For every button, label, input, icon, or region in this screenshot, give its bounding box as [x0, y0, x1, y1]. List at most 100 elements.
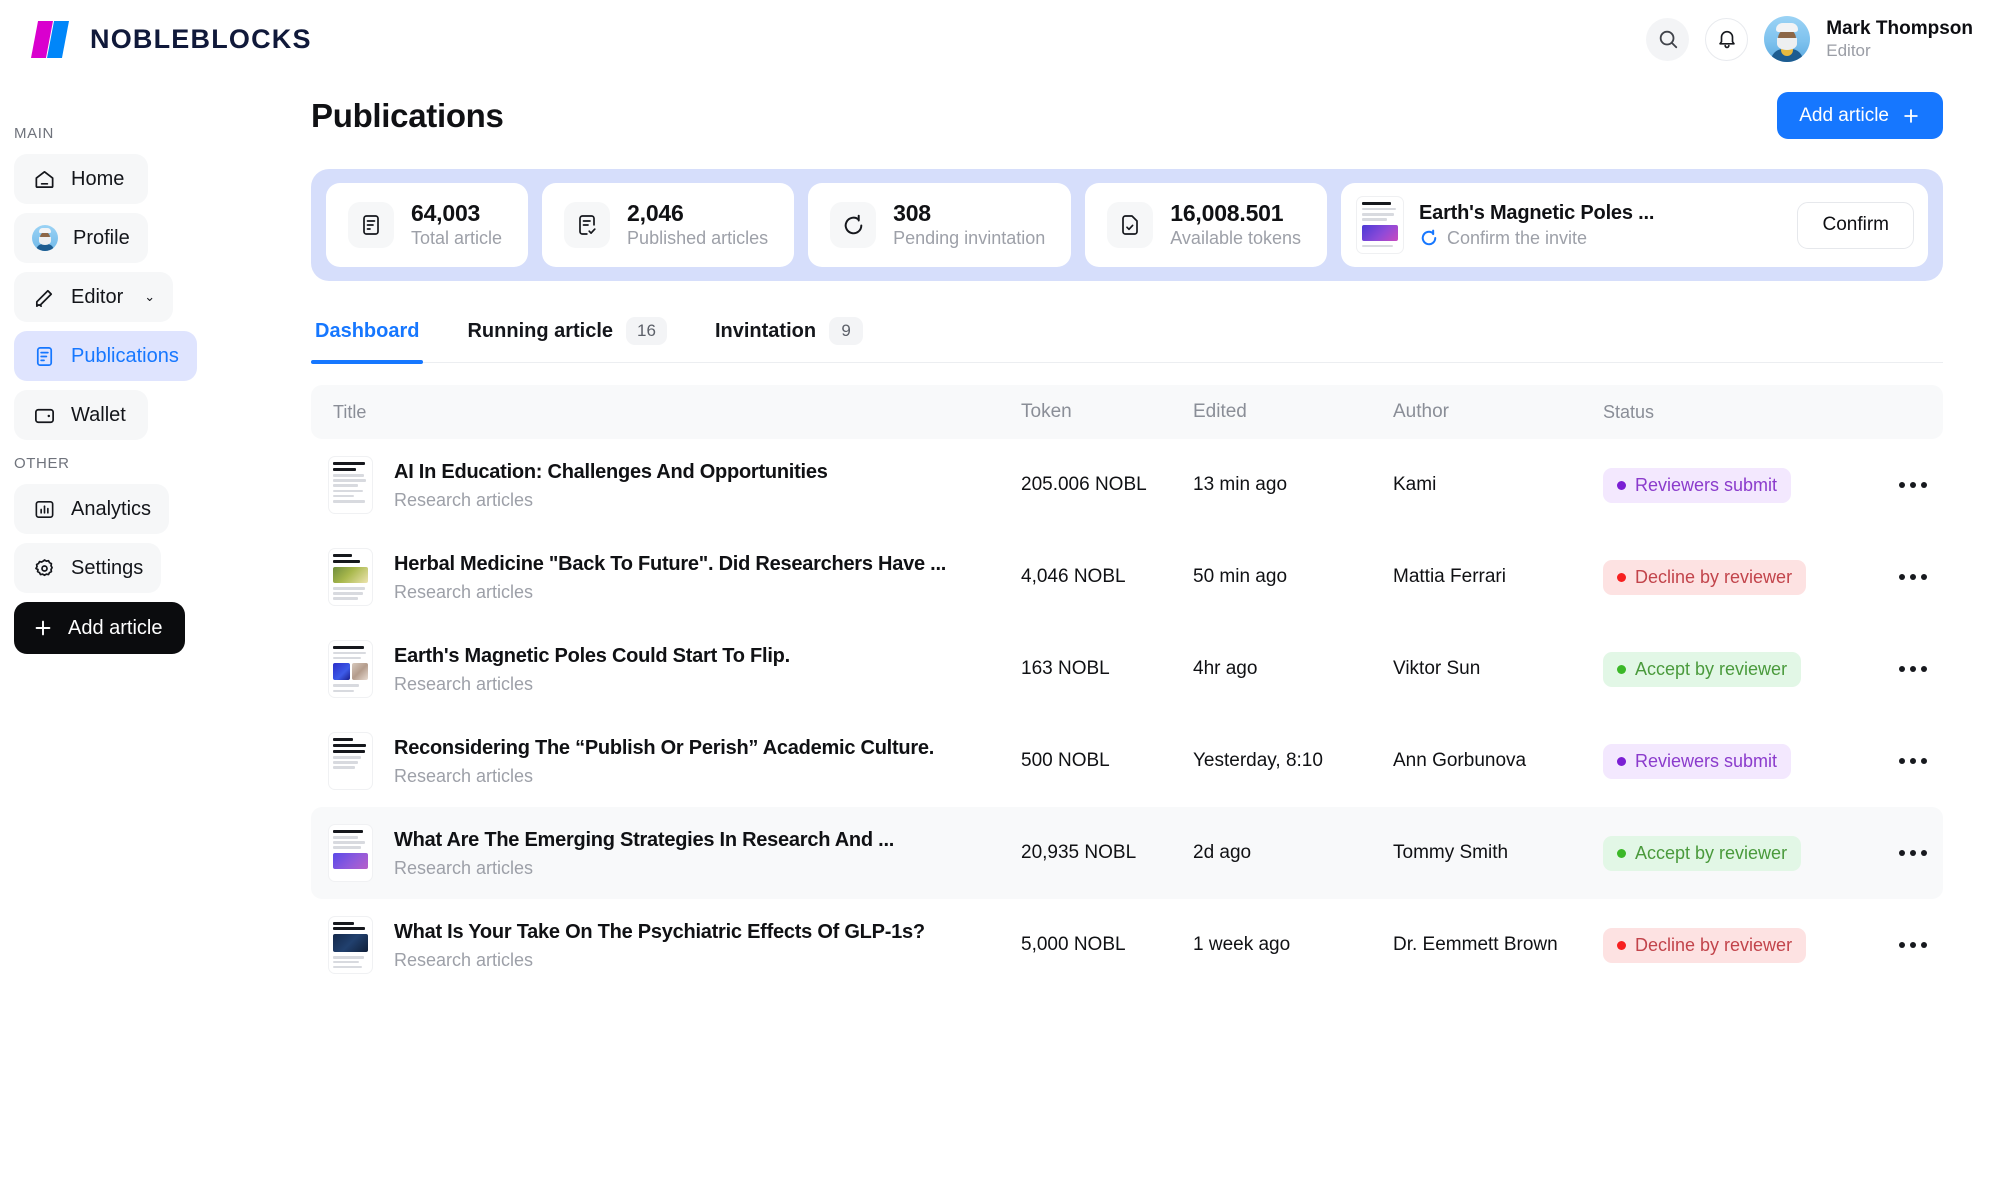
stat-label: Total article: [411, 227, 503, 248]
sidebar-item-label: Settings: [71, 556, 144, 579]
table-row[interactable]: Herbal Medicine "Back To Future". Did Re…: [311, 531, 1943, 623]
file-check-icon: [1107, 202, 1154, 248]
notifications-button[interactable]: [1705, 17, 1749, 61]
article-title[interactable]: Reconsidering The “Publish Or Perish” Ac…: [394, 735, 934, 761]
sidebar-item-profile[interactable]: Profile: [14, 213, 148, 263]
article-category: Research articles: [394, 582, 534, 602]
table-row[interactable]: What Are The Emerging Strategies In Rese…: [311, 807, 1943, 899]
sidebar: MAIN Home Profile Editor ⌄ Publications …: [0, 110, 255, 654]
brand-logo[interactable]: NOBLEBLOCKS: [30, 17, 312, 61]
sidebar-item-label: Publications: [71, 344, 179, 367]
tabs: Dashboard Running article 16 Invintation…: [311, 317, 1943, 364]
invite-title: Earth's Magnetic Poles ...: [1419, 201, 1655, 224]
stat-label: Available tokens: [1170, 227, 1302, 248]
sidebar-add-article-button[interactable]: Add article: [14, 602, 185, 654]
sidebar-group-other-label: OTHER: [14, 455, 70, 472]
page-title: Publications: [311, 96, 504, 134]
status-label: Accept by reviewer: [1635, 842, 1788, 863]
status-dot-icon: [1617, 480, 1626, 490]
sidebar-item-settings[interactable]: Settings: [14, 543, 162, 593]
article-thumbnail: [329, 825, 372, 881]
article-thumbnail: [329, 733, 372, 789]
invite-card: Earth's Magnetic Poles ... Confirm the i…: [1341, 183, 1928, 267]
chevron-down-icon[interactable]: ⌄: [144, 289, 155, 305]
table-header-row: Title Token Edited Author Status: [311, 385, 1943, 439]
search-button[interactable]: [1646, 17, 1690, 61]
stat-label: Published articles: [627, 227, 769, 248]
tab-dashboard[interactable]: Dashboard: [311, 317, 424, 364]
status-label: Decline by reviewer: [1635, 934, 1793, 955]
more-horizontal-icon[interactable]: [1891, 750, 1935, 772]
article-edited: 2d ago: [1193, 842, 1252, 863]
avatar[interactable]: [1764, 16, 1811, 62]
article-title[interactable]: What Are The Emerging Strategies In Rese…: [394, 827, 894, 853]
sidebar-item-publications[interactable]: Publications: [14, 331, 197, 381]
article-edited: Yesterday, 8:10: [1193, 750, 1323, 771]
sidebar-item-analytics[interactable]: Analytics: [14, 484, 170, 534]
tab-count-badge: 9: [829, 317, 864, 345]
sidebar-item-label: Wallet: [71, 403, 126, 426]
article-thumbnail: [329, 549, 372, 605]
article-category: Research articles: [394, 490, 534, 510]
article-edited: 13 min ago: [1193, 474, 1288, 495]
column-header-author: Author: [1393, 401, 1449, 422]
article-token: 500 NOBL: [1021, 750, 1110, 771]
stat-value: 308: [893, 200, 931, 227]
stat-value: 2,046: [627, 200, 684, 227]
article-token: 4,046 NOBL: [1021, 566, 1126, 587]
article-category: Research articles: [394, 766, 534, 786]
article-title[interactable]: AI In Education: Challenges And Opportun…: [394, 459, 828, 485]
bell-icon: [1718, 30, 1735, 49]
table-row[interactable]: Reconsidering The “Publish Or Perish” Ac…: [311, 715, 1943, 807]
top-bar-actions: Mark Thompson Editor: [1646, 16, 1973, 62]
table-row[interactable]: Earth's Magnetic Poles Could Start To Fl…: [311, 623, 1943, 715]
user-info[interactable]: Mark Thompson Editor: [1826, 17, 1973, 62]
wallet-icon: [32, 403, 56, 427]
table-row[interactable]: AI In Education: Challenges And Opportun…: [311, 439, 1943, 531]
article-author: Kami: [1393, 474, 1437, 495]
article-title[interactable]: What Is Your Take On The Psychiatric Eff…: [394, 919, 925, 945]
column-header-edited: Edited: [1193, 401, 1247, 422]
publications-page: NOBLEBLOCKS Mark Thompson Editor MAIN Ho…: [0, 0, 1999, 1192]
spinner-icon: [1421, 229, 1437, 246]
article-title[interactable]: Earth's Magnetic Poles Could Start To Fl…: [394, 643, 790, 669]
sidebar-item-editor[interactable]: Editor ⌄: [14, 272, 174, 322]
article-token: 20,935 NOBL: [1021, 842, 1137, 863]
more-horizontal-icon[interactable]: [1891, 658, 1935, 680]
tab-invintation[interactable]: Invintation 9: [711, 317, 867, 362]
invite-status: Confirm the invite: [1419, 228, 1654, 249]
status-label: Reviewers submit: [1635, 750, 1778, 771]
home-icon: [32, 167, 56, 191]
status-dot-icon: [1617, 664, 1626, 674]
avatar-icon: [32, 225, 58, 251]
more-horizontal-icon[interactable]: [1891, 474, 1935, 496]
article-title[interactable]: Herbal Medicine "Back To Future". Did Re…: [394, 551, 946, 577]
confirm-button[interactable]: Confirm: [1797, 201, 1914, 249]
article-thumbnail: [329, 641, 372, 697]
table-row[interactable]: What Is Your Take On The Psychiatric Eff…: [311, 899, 1943, 991]
status-badge: Accept by reviewer: [1603, 651, 1802, 687]
tab-count-badge: 16: [626, 317, 667, 345]
article-author: Tommy Smith: [1393, 842, 1509, 863]
bar-chart-icon: [32, 497, 56, 521]
article-thumbnail: [1357, 197, 1404, 253]
more-horizontal-icon[interactable]: [1891, 842, 1935, 864]
brand-name: NOBLEBLOCKS: [90, 23, 312, 54]
sidebar-item-label: Editor: [71, 285, 124, 308]
status-label: Accept by reviewer: [1635, 658, 1788, 679]
sidebar-item-home[interactable]: Home: [14, 154, 148, 204]
stat-card-published-articles: 2,046 Published articles: [542, 183, 795, 267]
tab-label: Running article: [467, 319, 614, 342]
article-token: 205.006 NOBL: [1021, 474, 1147, 495]
article-edited: 4hr ago: [1193, 658, 1258, 679]
status-dot-icon: [1617, 848, 1626, 858]
status-label: Reviewers submit: [1635, 474, 1778, 495]
top-bar: NOBLEBLOCKS Mark Thompson Editor: [0, 0, 1999, 78]
sidebar-item-wallet[interactable]: Wallet: [14, 390, 148, 440]
more-horizontal-icon[interactable]: [1891, 566, 1935, 588]
more-horizontal-icon[interactable]: [1891, 934, 1935, 956]
tab-running-article[interactable]: Running article 16: [463, 317, 671, 362]
add-article-button[interactable]: Add article: [1777, 92, 1943, 139]
add-article-label: Add article: [1799, 104, 1889, 126]
column-header-token: Token: [1021, 401, 1072, 422]
